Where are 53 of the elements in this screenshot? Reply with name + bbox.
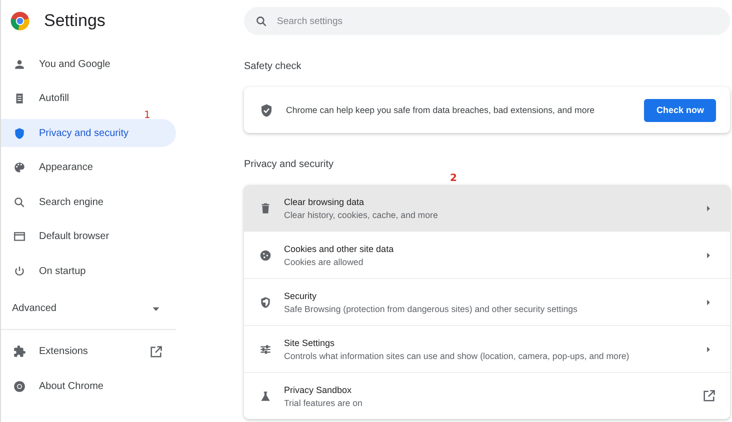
safety-check-text: Chrome can help keep you safe from data breaches, bad extensions, and more xyxy=(286,105,596,115)
chevron-right-icon xyxy=(705,252,712,258)
row-title: Cookies and other site data xyxy=(284,244,395,254)
page-title: Settings xyxy=(44,11,106,31)
sidebar-item[interactable]: Search engine xyxy=(1,188,176,216)
advanced-toggle[interactable]: Advanced xyxy=(1,288,176,330)
chevron-right-icon xyxy=(705,204,712,212)
section-heading: Safety check xyxy=(244,61,302,72)
search-icon xyxy=(13,196,26,209)
sidebar-item[interactable]: On startup xyxy=(1,257,176,286)
row-title: Clear browsing data xyxy=(284,196,366,206)
caret-icon xyxy=(152,304,160,312)
annotation-number: 1 xyxy=(144,113,150,119)
puzzle-icon xyxy=(13,345,26,358)
row-subtitle: Controls what information sites can use and show (location, camera, pop-ups, and more) xyxy=(284,350,630,360)
annotation-number: 2 xyxy=(450,176,457,182)
sidebar-item[interactable]: Privacy and security xyxy=(1,119,176,148)
settings-row[interactable]: Clear browsing data Clear history, cookies, cache, and more xyxy=(244,185,730,231)
shield-icon xyxy=(13,126,26,140)
section-heading: Privacy and security xyxy=(244,159,334,170)
settings-row[interactable]: Security Safe Browsing (protection from dangerous sites) and other security settings xyxy=(244,278,730,325)
settings-row[interactable]: Cookies and other site data Cookies are allowed xyxy=(244,231,730,278)
settings-row[interactable]: Site Settings Controls what information sites can use and show (location, camera, pop-ups, and more) xyxy=(244,325,730,372)
power-icon xyxy=(13,264,26,278)
row-subtitle: Cookies are allowed xyxy=(284,256,364,266)
row-title: Privacy Sandbox xyxy=(284,384,353,394)
search-field[interactable]: Search settings xyxy=(244,7,730,35)
chrome-icon xyxy=(13,380,26,393)
person-icon xyxy=(13,58,26,71)
row-title: Site Settings xyxy=(284,338,336,348)
shield-icon xyxy=(259,296,272,308)
chevron-right-icon xyxy=(705,346,712,352)
sidebar-item[interactable]: About Chrome xyxy=(1,372,176,400)
palette-icon xyxy=(13,161,26,174)
flask-icon xyxy=(259,390,272,402)
trash-icon xyxy=(259,202,272,214)
settings-row[interactable]: Privacy Sandbox Trial features are on xyxy=(244,372,730,419)
sidebar-item[interactable]: Extensions xyxy=(1,338,176,366)
sidebar-item[interactable]: Appearance xyxy=(1,154,176,182)
row-title: Security xyxy=(284,290,318,300)
row-subtitle: Trial features are on xyxy=(284,398,364,408)
sidebar-item[interactable]: Default browser xyxy=(1,222,176,251)
browser-window-icon xyxy=(13,230,26,244)
shield-check-icon xyxy=(259,102,274,118)
row-subtitle: Clear history, cookies, cache, and more xyxy=(284,210,439,220)
check-now-button[interactable]: Check now xyxy=(644,98,716,122)
chrome-logo-icon xyxy=(10,11,30,31)
row-subtitle: Safe Browsing (protection from dangerous sites) and other security settings xyxy=(284,304,578,314)
cookie-icon xyxy=(259,248,272,262)
chevron-right-icon xyxy=(705,298,712,306)
external-link-icon xyxy=(702,389,716,403)
sliders-icon xyxy=(259,342,272,356)
sidebar-item[interactable]: You and Google xyxy=(1,50,176,78)
